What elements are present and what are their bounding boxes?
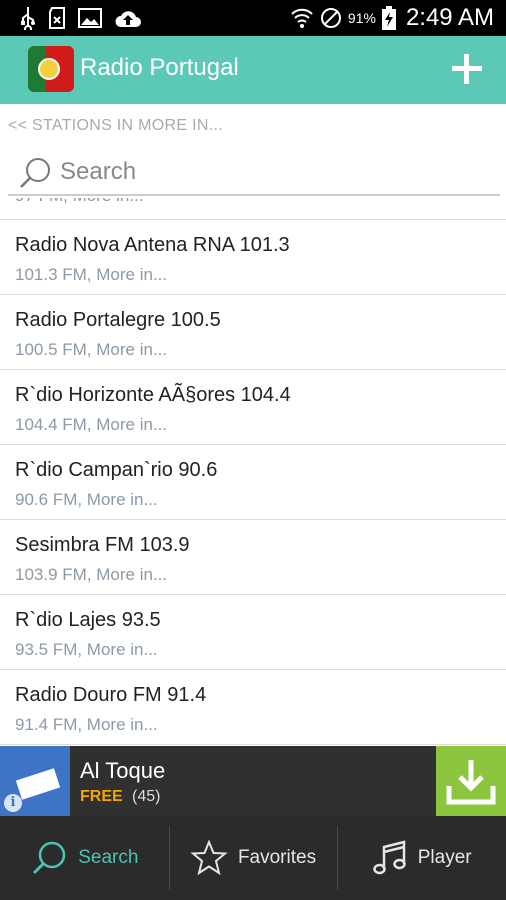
sd-card-icon (49, 7, 65, 29)
list-item[interactable]: Radio Portalegre 100.5 100.5 FM, More in… (0, 295, 506, 370)
station-title: Radio Douro FM 91.4 (15, 684, 207, 706)
battery-charging-icon (381, 6, 396, 30)
clock: 2:49 AM (405, 4, 494, 31)
station-list: 97 FM, More in... Radio Nova Antena RNA … (0, 198, 506, 746)
list-item[interactable]: R`dio Campan`rio 90.6 90.6 FM, More in..… (0, 445, 506, 520)
station-subtitle: 100.5 FM, More in... (15, 340, 168, 359)
search-icon (33, 841, 66, 875)
bottom-tab-bar: Search Favorites Player (0, 816, 506, 900)
list-item[interactable]: R`dio Lajes 93.5 93.5 FM, More in... (0, 595, 506, 670)
ad-price: FREE (80, 788, 123, 805)
tab-favorites[interactable]: Favorites (168, 816, 338, 900)
ad-download-button[interactable] (436, 746, 506, 816)
tab-search-label: Search (78, 847, 139, 868)
station-title: R`dio Campan`rio 90.6 (15, 459, 218, 481)
ad-info-icon[interactable]: i (4, 794, 22, 812)
station-subtitle: 97 FM, More in... (15, 198, 143, 206)
notification-icons (0, 0, 142, 36)
system-icons: 91% 2:49 AM (290, 0, 494, 36)
cloud-upload-icon (115, 11, 141, 27)
stations-back-link[interactable]: << STATIONS IN MORE IN... (8, 117, 223, 135)
station-title: Sesimbra FM 103.9 (15, 534, 190, 556)
station-title: Radio Portalegre 100.5 (15, 309, 221, 331)
tab-player[interactable]: Player (337, 816, 506, 900)
battery-percent: 91% (347, 10, 376, 26)
search-bar (8, 150, 500, 196)
station-title: R`dio Horizonte AÃ§ores 104.4 (15, 384, 291, 406)
station-subtitle: 104.4 FM, More in... (15, 415, 168, 434)
star-icon (190, 839, 228, 876)
ad-app-name[interactable]: Al Toque (80, 758, 165, 784)
list-item[interactable]: Radio Nova Antena RNA 101.3 101.3 FM, Mo… (0, 220, 506, 295)
wifi-icon (291, 8, 313, 28)
station-subtitle: 91.4 FM, More in... (15, 715, 158, 734)
tab-search[interactable]: Search (0, 816, 169, 900)
status-bar: 91% 2:49 AM (0, 0, 506, 36)
ad-banner[interactable]: i Al Toque FREE (45) (0, 746, 506, 816)
station-subtitle: 101.3 FM, More in... (15, 265, 168, 284)
image-icon (78, 8, 102, 28)
search-input[interactable] (60, 156, 480, 188)
list-item[interactable]: Sesimbra FM 103.9 103.9 FM, More in... (0, 520, 506, 595)
station-subtitle: 93.5 FM, More in... (15, 640, 158, 659)
usb-icon (21, 7, 35, 30)
list-item[interactable]: 97 FM, More in... (0, 198, 506, 220)
station-title: R`dio Lajes 93.5 (15, 609, 161, 631)
station-title: Radio Nova Antena RNA 101.3 (15, 234, 290, 256)
music-note-icon (373, 840, 406, 875)
list-item[interactable]: Radio Douro FM 91.4 91.4 FM, More in... (0, 670, 506, 745)
ad-review-count: (45) (132, 788, 161, 805)
add-station-button[interactable] (450, 52, 484, 86)
portugal-flag-icon (28, 46, 74, 92)
list-item[interactable]: R`dio Horizonte AÃ§ores 104.4 104.4 FM, … (0, 370, 506, 445)
no-signal-icon (320, 8, 341, 28)
tab-player-label: Player (417, 847, 472, 868)
search-icon (20, 158, 50, 188)
station-subtitle: 103.9 FM, More in... (15, 565, 168, 584)
station-subtitle: 90.6 FM, More in... (15, 490, 158, 509)
app-title: Radio Portugal (80, 54, 239, 81)
download-icon (446, 760, 496, 805)
tab-favorites-label: Favorites (237, 847, 317, 868)
app-bar: Radio Portugal (0, 36, 506, 104)
